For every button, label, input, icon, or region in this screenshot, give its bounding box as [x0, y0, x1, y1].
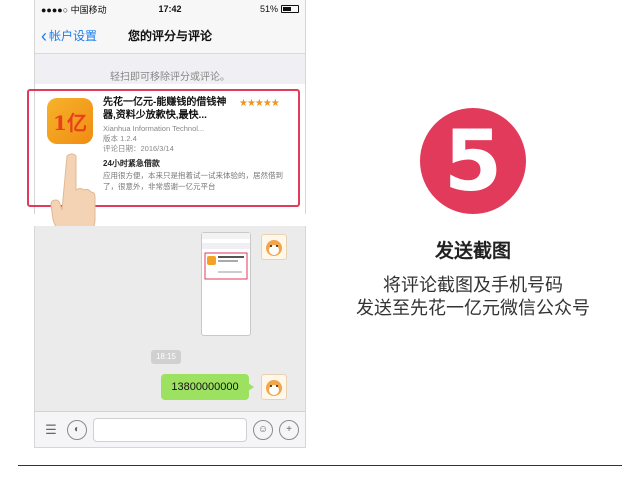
nav-bar: ‹ 帐户设置 您的评分与评论 [35, 18, 305, 54]
sent-screenshot-thumbnail[interactable] [201, 232, 251, 336]
status-bar: ●●●●○ 中国移动 17:42 51% [35, 0, 305, 18]
bottom-divider [18, 465, 622, 466]
chat-message-bubble[interactable]: 13800000000 [161, 374, 254, 400]
step-desc-line1: 将评论截图及手机号码 [383, 275, 563, 295]
message-input[interactable] [93, 417, 247, 442]
chat-screenshot: 18:15 13800000000 ☰ ◐ ☺ + [34, 226, 306, 448]
shiba-avatar-icon [261, 234, 287, 260]
step-number: 5 [443, 112, 503, 210]
emoji-icon[interactable]: ☺ [253, 419, 273, 440]
back-label: 帐户设置 [49, 29, 98, 43]
status-time: 17:42 [158, 4, 182, 14]
list-menu-icon[interactable]: ☰ [41, 419, 61, 440]
chat-input-bar: ☰ ◐ ☺ + [35, 411, 305, 447]
chat-timestamp: 18:15 [151, 350, 181, 364]
back-button[interactable]: ‹ 帐户设置 [35, 27, 97, 45]
step-title: 发送截图 [434, 241, 511, 262]
voice-icon[interactable]: ◐ [67, 419, 87, 440]
step-number-badge: 5 [420, 108, 526, 214]
step-description: 将评论截图及手机号码 发送至先花一亿元微信公众号 [330, 274, 616, 320]
shiba-avatar-icon [261, 374, 287, 400]
plus-icon[interactable]: + [279, 419, 299, 440]
step-desc-line2: 发送至先花一亿元微信公众号 [356, 298, 590, 318]
back-chevron-icon: ‹ [41, 25, 47, 46]
battery-icon [281, 5, 299, 13]
